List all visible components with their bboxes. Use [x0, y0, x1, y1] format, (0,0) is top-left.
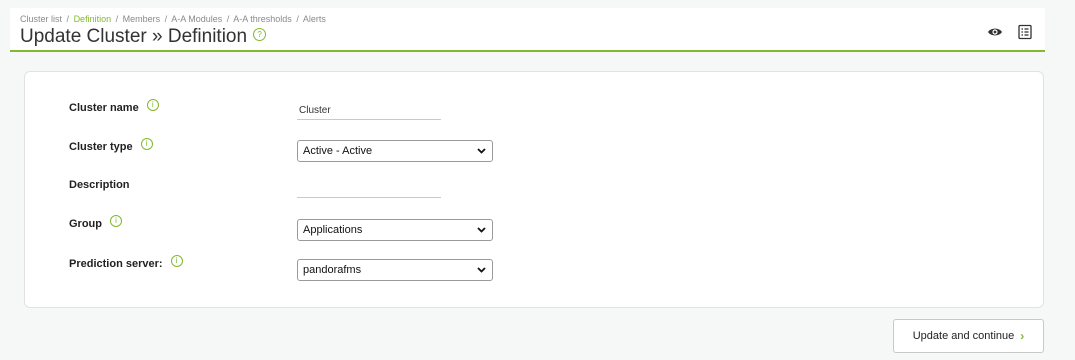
group-select[interactable]: Applications — [297, 219, 493, 241]
help-icon[interactable]: ? — [253, 28, 267, 42]
page-header: Cluster list / Definition / Members / A-… — [10, 8, 1045, 52]
prediction-server-label: Prediction server: i — [69, 255, 183, 270]
chevron-down-icon — [477, 227, 486, 233]
breadcrumb-item-cluster-list[interactable]: Cluster list — [20, 14, 62, 24]
info-icon[interactable]: i — [140, 138, 153, 150]
breadcrumb-separator: / — [66, 14, 70, 24]
description-row: Description — [25, 175, 1043, 205]
prediction-server-select[interactable]: pandorafms — [297, 259, 493, 281]
cluster-type-selected: Active - Active — [303, 145, 373, 157]
info-icon[interactable]: i — [170, 255, 183, 267]
breadcrumb: Cluster list / Definition / Members / A-… — [20, 14, 326, 24]
update-and-continue-button[interactable]: Update and continue › — [893, 319, 1044, 353]
breadcrumb-item-alerts[interactable]: Alerts — [303, 14, 326, 24]
chevron-right-icon: › — [1020, 329, 1025, 343]
cluster-name-input[interactable] — [297, 102, 441, 120]
list-icon[interactable] — [1017, 24, 1033, 40]
breadcrumb-separator: / — [164, 14, 168, 24]
update-button-label: Update and continue — [912, 330, 1015, 342]
page-title-text: Update Cluster » Definition — [20, 26, 248, 47]
group-row: Group i Applications — [25, 215, 1043, 245]
breadcrumb-separator: / — [115, 14, 119, 24]
cluster-definition-form: Cluster namei Cluster typei Active - Act… — [24, 71, 1044, 308]
prediction-server-selected: pandorafms — [303, 264, 362, 276]
breadcrumb-separator: / — [296, 14, 299, 24]
chevron-down-icon — [477, 267, 486, 273]
description-input[interactable] — [297, 180, 441, 198]
header-actions — [987, 24, 1033, 40]
breadcrumb-item-aa-thresholds[interactable]: A-A thresholds — [233, 14, 292, 24]
cluster-name-row: Cluster name i — [25, 98, 1043, 128]
description-label: Description — [69, 179, 130, 191]
group-label: Group i — [69, 215, 122, 230]
breadcrumb-item-definition[interactable]: Definition — [74, 14, 112, 24]
breadcrumb-item-members[interactable]: Members — [123, 14, 161, 24]
breadcrumb-item-aa-modules[interactable]: A-A Modules — [171, 14, 222, 24]
cluster-type-row: Cluster type i Active - Active — [25, 137, 1043, 167]
info-icon[interactable]: i — [146, 99, 159, 111]
group-selected: Applications — [303, 224, 363, 236]
prediction-server-row: Prediction server: i pandorafms — [25, 255, 1043, 285]
eye-icon[interactable] — [987, 24, 1003, 40]
cluster-name-label: Cluster name i — [69, 99, 159, 114]
page-title: Update Cluster » Definition? — [20, 26, 267, 48]
cluster-type-label: Cluster type i — [69, 138, 153, 153]
cluster-type-select[interactable]: Active - Active — [297, 140, 493, 162]
breadcrumb-separator: / — [226, 14, 230, 24]
chevron-down-icon — [477, 148, 486, 154]
info-icon[interactable]: i — [110, 215, 122, 227]
